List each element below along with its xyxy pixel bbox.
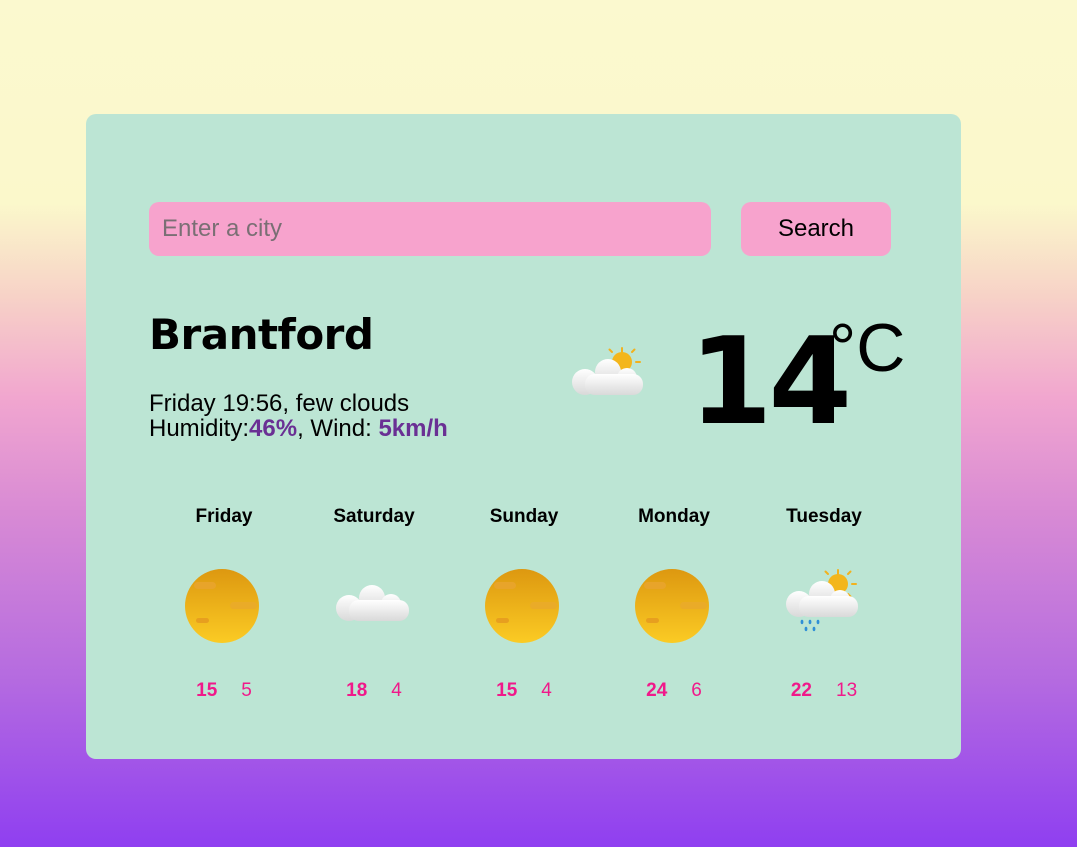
forecast-min-temp: 4 <box>541 680 552 701</box>
forecast-day: Sunday 15 4 <box>449 502 599 702</box>
forecast-max-temp: 15 <box>496 680 518 701</box>
forecast-temps: 24 6 <box>599 680 749 702</box>
date-description-line: Friday 19:56, few clouds <box>149 390 410 417</box>
wind-value: 5km/h <box>378 415 448 442</box>
cloud-icon <box>336 585 409 621</box>
forecast-day-name: Sunday <box>489 506 559 527</box>
forecast-temps: 18 4 <box>299 680 449 702</box>
forecast-row: Friday 15 5 Saturday 18 4 Sunday 15 4 Mo… <box>149 502 899 702</box>
forecast-temps: 15 4 <box>449 680 599 702</box>
forecast-min-temp: 13 <box>836 680 858 701</box>
forecast-day-name: Saturday <box>333 506 415 527</box>
forecast-day: Tuesday 22 13 <box>749 502 899 702</box>
forecast-min-temp: 5 <box>241 680 252 701</box>
forecast-day-name: Tuesday <box>786 506 862 527</box>
wind-label: Wind: <box>310 415 372 442</box>
forecast-max-temp: 15 <box>196 680 218 701</box>
forecast-temps: 15 5 <box>149 680 299 702</box>
current-details: Friday 19:56, few clouds Humidity:46%, W… <box>149 391 448 441</box>
forecast-min-temp: 6 <box>691 680 702 701</box>
forecast-day: Saturday 18 4 <box>299 502 449 702</box>
city-search-input[interactable] <box>149 202 711 256</box>
forecast-day: Monday 24 6 <box>599 502 749 702</box>
clear-sky-icon <box>185 569 259 643</box>
humidity-value: 46% <box>249 415 298 442</box>
forecast-min-temp: 4 <box>391 680 402 701</box>
forecast-max-temp: 24 <box>646 680 668 701</box>
forecast-max-temp: 18 <box>346 680 368 701</box>
day-time: Friday 19:56 <box>149 390 283 417</box>
search-button[interactable]: Search <box>741 202 891 256</box>
forecast-max-temp: 22 <box>790 680 812 701</box>
forecast-day-name: Friday <box>195 506 253 527</box>
few-clouds-icon <box>572 347 643 395</box>
clear-sky-icon <box>635 569 709 643</box>
weather-card: Search Brantford Friday 19:56, few cloud… <box>86 114 961 759</box>
humidity-label: Humidity: <box>149 415 250 442</box>
forecast-day: Friday 15 5 <box>149 502 299 702</box>
current-temperature: 14 <box>689 313 852 452</box>
forecast-day-name: Monday <box>638 506 710 527</box>
weather-description: few clouds <box>295 390 410 417</box>
humidity-wind-line: Humidity:46%, Wind: 5km/h <box>149 415 448 442</box>
temperature-unit[interactable]: °C <box>829 312 905 384</box>
forecast-temps: 22 13 <box>749 680 899 702</box>
rain-sun-icon <box>786 569 858 632</box>
city-name: Brantford <box>149 310 374 359</box>
clear-sky-icon <box>485 569 559 643</box>
